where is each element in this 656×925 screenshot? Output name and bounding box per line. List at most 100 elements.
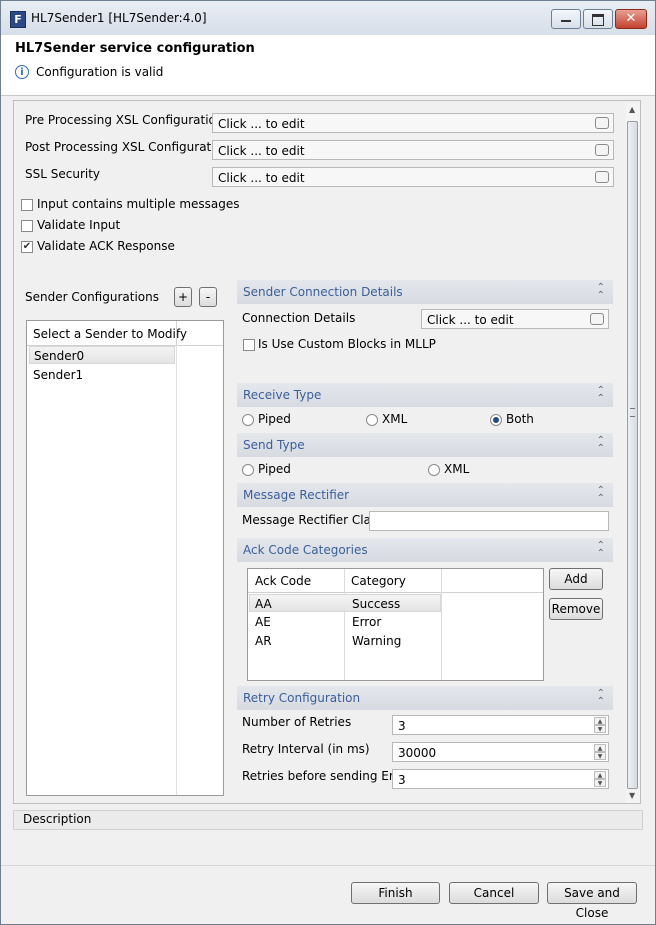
receive-type-header[interactable]: Receive Type ⌃ ⌃ (237, 383, 613, 407)
pre-xsl-edit-button[interactable] (595, 117, 609, 129)
vertical-scrollbar[interactable]: ▲ ▼ (626, 103, 640, 803)
retries-value: 3 (398, 719, 406, 733)
receive-piped-radio[interactable] (242, 414, 254, 426)
ack-header[interactable]: Ack Code Categories ⌃ ⌃ (237, 538, 613, 562)
ack-code-cell: AE (255, 615, 271, 629)
receive-both-label: Both (506, 412, 534, 426)
send-type-header[interactable]: Send Type ⌃ ⌃ (237, 433, 613, 457)
receive-piped-label: Piped (258, 412, 291, 426)
retry-interval-label: Retry Interval (in ms) (242, 742, 370, 756)
table-row[interactable]: Sender1 (29, 366, 175, 384)
pre-xsl-label: Pre Processing XSL Configuration (25, 113, 224, 127)
collapse-icon[interactable]: ⌃ ⌃ (597, 689, 605, 707)
spin-down-icon[interactable]: ▼ (594, 752, 606, 760)
receive-both-radio[interactable] (490, 414, 502, 426)
connection-section-title: Sender Connection Details (243, 285, 403, 299)
multiple-messages-label: Input contains multiple messages (37, 197, 240, 211)
table-row[interactable]: AR Warning (249, 632, 441, 650)
scrollbar-thumb[interactable] (627, 121, 638, 789)
send-xml-radio[interactable] (428, 464, 440, 476)
spin-up-icon[interactable]: ▲ (594, 717, 606, 725)
column-divider (441, 569, 442, 680)
ssl-security-field[interactable]: Click ... to edit (212, 167, 614, 187)
remove-ack-button[interactable]: Remove (549, 598, 603, 620)
collapse-icon[interactable]: ⌃ ⌃ (597, 486, 605, 504)
maximize-button[interactable] (583, 9, 613, 29)
validate-ack-checkbox[interactable]: ✔ (21, 241, 33, 253)
dialog-header: HL7Sender service configuration i Config… (1, 35, 655, 96)
retry-header[interactable]: Retry Configuration ⌃ ⌃ (237, 686, 613, 710)
pre-xsl-value: Click ... to edit (218, 117, 305, 131)
validate-input-label: Validate Input (37, 218, 121, 232)
ssl-security-label: SSL Security (25, 167, 101, 181)
post-xsl-field[interactable]: Click ... to edit (212, 140, 614, 160)
scroll-down-icon[interactable]: ▼ (629, 791, 635, 800)
connection-details-edit-button[interactable] (590, 313, 604, 325)
window-title: HL7Sender1 [HL7Sender:4.0] (31, 11, 207, 25)
description-section[interactable]: Description (13, 810, 643, 830)
retry-interval-value: 30000 (398, 746, 437, 760)
title-bar: F HL7Sender1 [HL7Sender:4.0] ✕ (1, 1, 655, 35)
connection-details-label: Connection Details (242, 311, 356, 325)
custom-blocks-checkbox[interactable] (243, 339, 255, 351)
rectifier-header[interactable]: Message Rectifier ⌃ ⌃ (237, 483, 613, 507)
spin-up-icon[interactable]: ▲ (594, 771, 606, 779)
send-type-title: Send Type (243, 438, 305, 452)
ssl-security-edit-button[interactable] (595, 171, 609, 183)
receive-xml-label: XML (382, 412, 408, 426)
receive-xml-radio[interactable] (366, 414, 378, 426)
table-row[interactable]: Sender0 (29, 346, 175, 364)
connection-section-header[interactable]: Sender Connection Details ⌃ ⌃ (237, 280, 613, 304)
custom-blocks-label: Is Use Custom Blocks in MLLP (258, 337, 436, 351)
collapse-icon[interactable]: ⌃ ⌃ (597, 386, 605, 404)
ssl-security-value: Click ... to edit (218, 171, 305, 185)
remove-sender-button[interactable]: - (199, 287, 217, 307)
scroll-up-icon[interactable]: ▲ (629, 105, 635, 114)
spin-down-icon[interactable]: ▼ (594, 725, 606, 733)
send-piped-radio[interactable] (242, 464, 254, 476)
minimize-button[interactable] (551, 9, 581, 29)
spin-down-icon[interactable]: ▼ (594, 779, 606, 787)
ack-code-column-header: Ack Code (255, 574, 312, 588)
category-cell: Error (352, 615, 382, 629)
pre-xsl-field[interactable]: Click ... to edit (212, 113, 614, 133)
collapse-icon[interactable]: ⌃ ⌃ (597, 541, 605, 559)
finish-button[interactable]: Finish (351, 882, 440, 904)
add-ack-button[interactable]: Add (549, 568, 603, 590)
ack-code-cell: AR (255, 634, 272, 648)
multiple-messages-checkbox[interactable] (21, 199, 33, 211)
retry-title: Retry Configuration (243, 691, 361, 705)
retries-before-error-stepper[interactable]: 3 ▲ ▼ (392, 769, 609, 789)
sender-table-header: Select a Sender to Modify (27, 321, 223, 346)
retries-before-error-value: 3 (398, 773, 406, 787)
connection-details-value: Click ... to edit (427, 313, 514, 327)
add-sender-button[interactable]: + (174, 287, 192, 307)
rectifier-class-input[interactable] (369, 511, 609, 531)
post-xsl-edit-button[interactable] (595, 144, 609, 156)
spin-up-icon[interactable]: ▲ (594, 744, 606, 752)
cancel-button[interactable]: Cancel (449, 882, 539, 904)
connection-details-field[interactable]: Click ... to edit (421, 309, 609, 329)
sender-table: Select a Sender to Modify Sender0 Sender… (26, 320, 224, 796)
close-button[interactable]: ✕ (615, 9, 647, 29)
close-icon: ✕ (625, 11, 637, 26)
retry-interval-stepper[interactable]: 30000 ▲ ▼ (392, 742, 609, 762)
rectifier-class-label: Message Rectifier Class (242, 513, 384, 527)
app-icon: F (10, 11, 26, 28)
validate-input-checkbox[interactable] (21, 220, 33, 232)
grip-icon (630, 408, 635, 417)
minimize-icon (561, 20, 571, 22)
description-label: Description (23, 812, 92, 826)
sender-row-label: Sender1 (33, 368, 84, 382)
table-row[interactable]: AE Error (249, 613, 441, 631)
collapse-icon[interactable]: ⌃ ⌃ (597, 436, 605, 454)
ack-title: Ack Code Categories (243, 543, 368, 557)
rectifier-title: Message Rectifier (243, 488, 350, 502)
ack-code-cell: AA (255, 597, 272, 611)
save-and-close-button[interactable]: Save and Close (547, 882, 637, 920)
table-row[interactable]: AA Success (249, 594, 441, 612)
retries-stepper[interactable]: 3 ▲ ▼ (392, 715, 609, 735)
retries-before-error-label: Retries before sending Error (242, 769, 411, 783)
column-divider (176, 345, 177, 795)
collapse-icon[interactable]: ⌃ ⌃ (597, 283, 605, 301)
